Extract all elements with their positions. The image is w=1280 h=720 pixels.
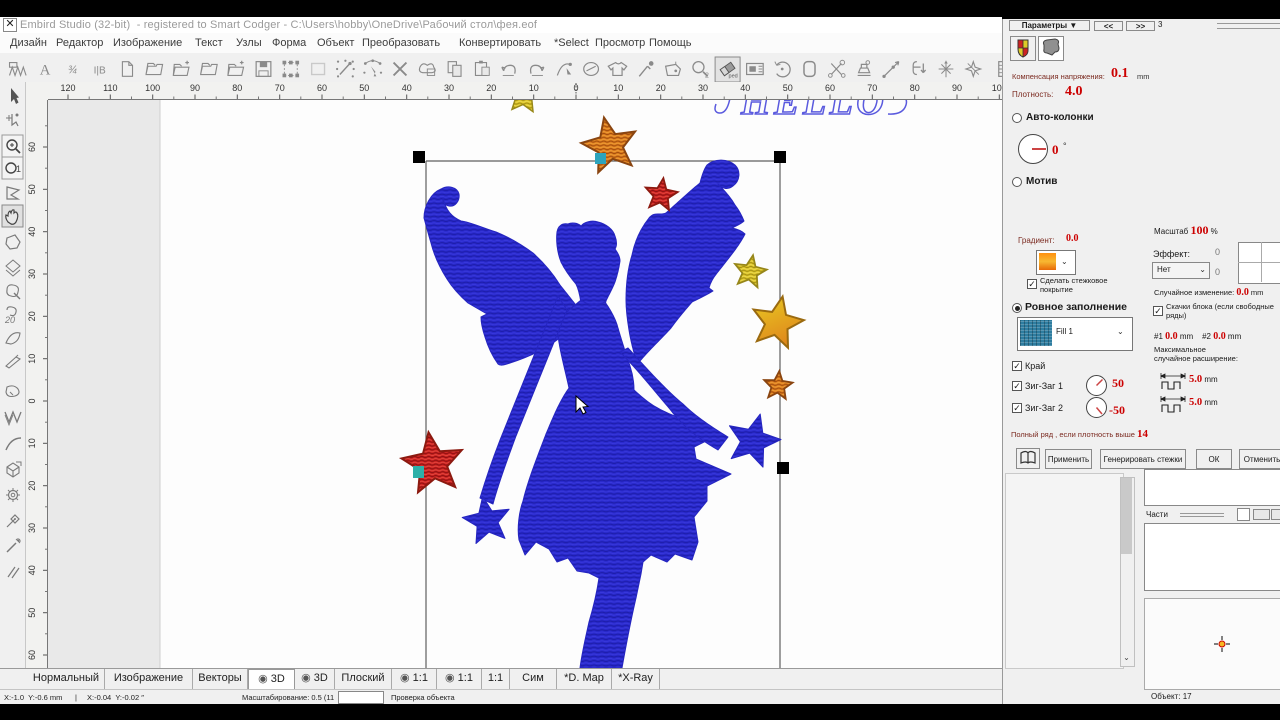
svg-text:60: 60	[825, 83, 835, 93]
svg-text:30: 30	[27, 523, 37, 533]
svg-text:60: 60	[317, 83, 327, 93]
svg-text:¾: ¾	[68, 65, 77, 77]
svg-text:2: 2	[705, 70, 709, 79]
svg-text:80: 80	[232, 83, 242, 93]
svg-text:30: 30	[444, 83, 454, 93]
svg-text:80: 80	[910, 83, 920, 93]
svg-text:70: 70	[275, 83, 285, 93]
svg-text:40: 40	[27, 227, 37, 237]
svg-text:60: 60	[27, 142, 37, 152]
svg-text:110: 110	[103, 83, 117, 93]
svg-text:ped: ped	[729, 73, 738, 79]
svg-text:10: 10	[27, 354, 37, 364]
svg-text:20: 20	[486, 83, 496, 93]
svg-text:50: 50	[783, 83, 793, 93]
svg-text:30: 30	[27, 269, 37, 279]
svg-text:50: 50	[27, 184, 37, 194]
svg-text:0: 0	[573, 83, 578, 93]
svg-text:20: 20	[4, 315, 15, 325]
svg-text:20: 20	[656, 83, 666, 93]
svg-text:20: 20	[27, 311, 37, 321]
svg-text:120: 120	[60, 83, 75, 93]
svg-text:90: 90	[952, 83, 962, 93]
svg-text:50: 50	[359, 83, 369, 93]
svg-text:100: 100	[992, 83, 1002, 93]
svg-text:40: 40	[740, 83, 750, 93]
svg-text:1: 1	[16, 164, 21, 174]
svg-text:40: 40	[27, 565, 37, 575]
svg-text:70: 70	[867, 83, 877, 93]
svg-text:0: 0	[27, 398, 37, 403]
svg-text:10: 10	[529, 83, 539, 93]
svg-text:HELLO: HELLO	[740, 100, 887, 123]
svg-text:10: 10	[27, 438, 37, 448]
svg-text:20: 20	[27, 481, 37, 491]
svg-text:90: 90	[190, 83, 200, 93]
svg-text:50: 50	[27, 608, 37, 618]
svg-text:A: A	[40, 63, 51, 79]
svg-text:30: 30	[698, 83, 708, 93]
svg-text:40: 40	[402, 83, 412, 93]
svg-text:I|B: I|B	[94, 66, 106, 77]
svg-text:60: 60	[27, 650, 37, 660]
svg-text:10: 10	[613, 83, 623, 93]
svg-text:100: 100	[145, 83, 160, 93]
